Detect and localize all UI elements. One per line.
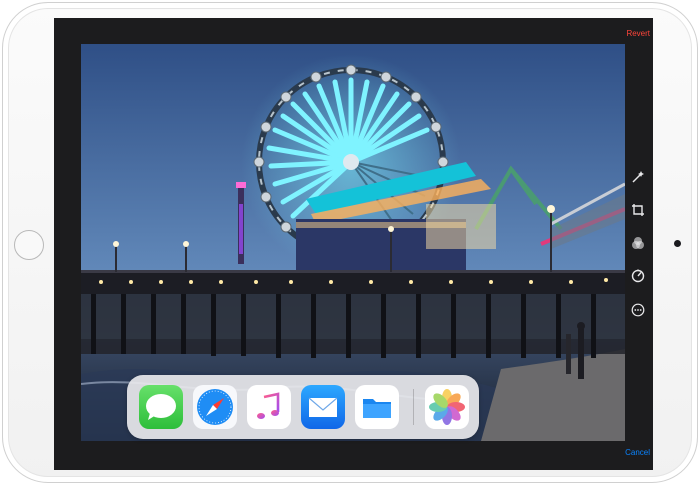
photos-app-icon[interactable] — [425, 385, 469, 429]
files-app-icon[interactable] — [355, 385, 399, 429]
safari-app-icon[interactable] — [193, 385, 237, 429]
music-app-icon[interactable] — [247, 385, 291, 429]
filters-icon[interactable] — [628, 234, 648, 252]
front-camera — [674, 240, 681, 247]
home-button[interactable] — [14, 230, 44, 260]
dock — [127, 375, 479, 439]
magic-wand-icon[interactable] — [628, 168, 648, 186]
messages-app-icon[interactable] — [139, 385, 183, 429]
dock-divider — [413, 389, 414, 425]
mail-app-icon[interactable] — [301, 385, 345, 429]
more-options-icon[interactable] — [628, 301, 648, 319]
ipad-frame: Revert Cancel — [2, 2, 698, 483]
crop-rotate-icon[interactable] — [628, 201, 648, 219]
adjust-dial-icon[interactable] — [628, 267, 648, 285]
revert-button[interactable]: Revert — [626, 29, 650, 38]
cancel-button[interactable]: Cancel — [625, 448, 650, 457]
